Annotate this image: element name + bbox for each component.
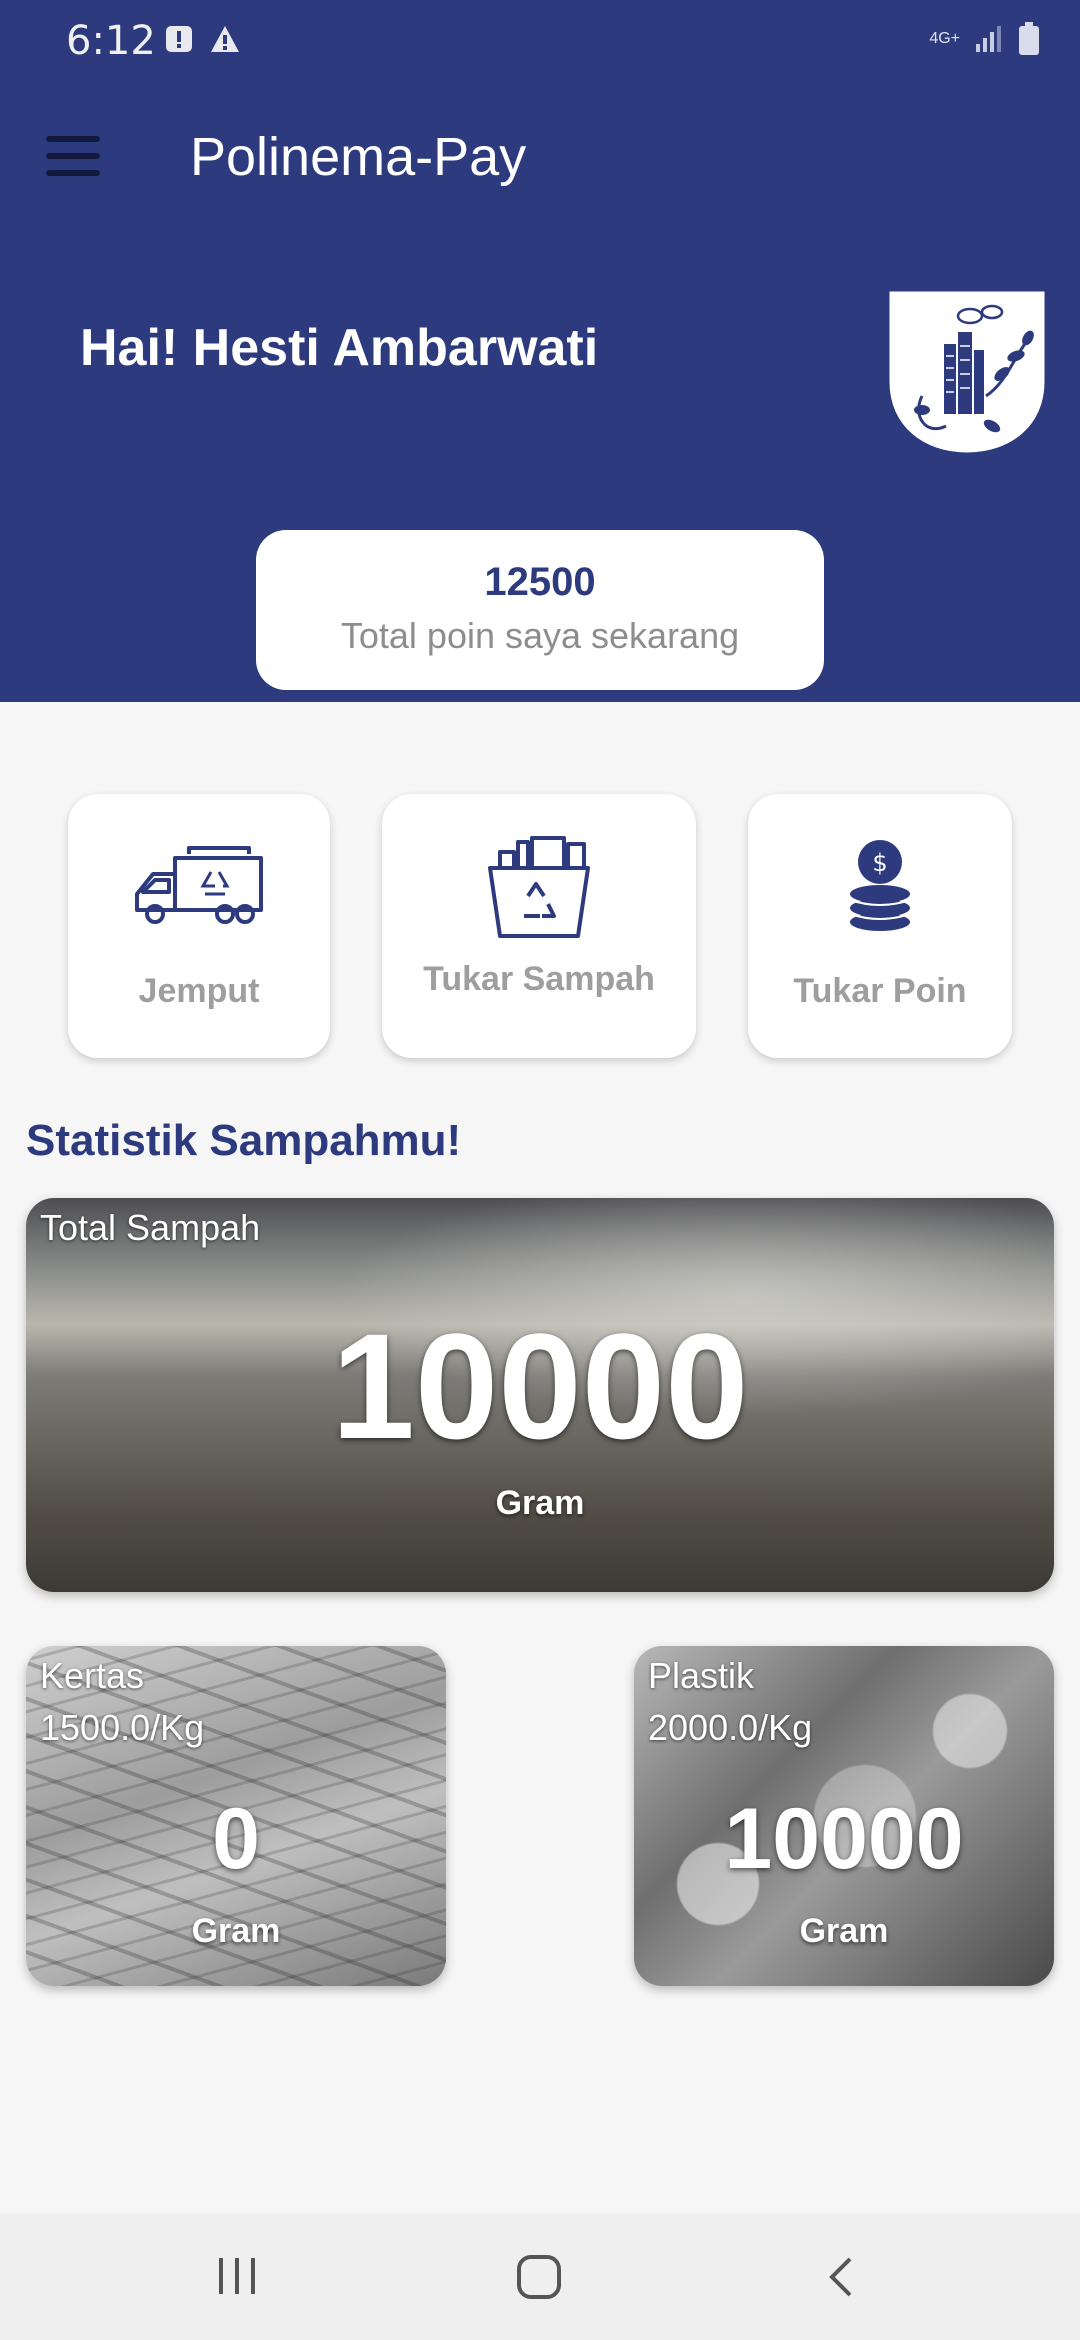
total-sampah-label: Total Sampah xyxy=(40,1207,261,1248)
notification-alert-icon xyxy=(166,26,192,52)
garbage-truck-icon xyxy=(135,846,263,924)
points-card: 12500 Total poin saya sekarang xyxy=(256,530,824,690)
network-type-label: 4G+ xyxy=(929,30,960,47)
back-icon[interactable] xyxy=(826,2256,856,2298)
total-sampah-card[interactable]: Total Sampah 10000 Gram xyxy=(26,1198,1054,1592)
kertas-card[interactable]: Kertas 1500.0/Kg 0 Gram xyxy=(26,1646,446,1986)
tukar-poin-button[interactable]: $ Tukar Poin xyxy=(748,794,1012,1058)
home-icon[interactable] xyxy=(516,2254,562,2300)
total-sampah-unit: Gram xyxy=(495,1484,585,1522)
kertas-caption: Kertas 1500.0/Kg xyxy=(40,1650,204,1754)
tukar-poin-label: Tukar Poin xyxy=(793,972,967,1010)
greeting-text: Hai! Hesti Ambarwati xyxy=(80,319,599,377)
tukar-sampah-button[interactable]: Tukar Sampah xyxy=(382,794,696,1058)
stats-section-title: Statistik Sampahmu! xyxy=(26,1116,462,1165)
plastik-rate: 2000.0/Kg xyxy=(648,1707,813,1748)
recent-apps-icon[interactable] xyxy=(216,2256,258,2296)
kertas-rate: 1500.0/Kg xyxy=(40,1707,205,1748)
polinema-logo xyxy=(886,288,1048,456)
app-header: 6:12 4G+ Polinema-Pay Hai! Hesti Ambarwa… xyxy=(0,0,1080,702)
total-sampah-value: 10000 xyxy=(331,1302,749,1470)
jemput-button[interactable]: Jemput xyxy=(68,794,330,1058)
points-label: Total poin saya sekarang xyxy=(340,615,740,656)
plastik-unit: Gram xyxy=(799,1912,889,1950)
jemput-label: Jemput xyxy=(138,972,260,1010)
system-nav-bar xyxy=(0,2214,1080,2340)
svg-text:$: $ xyxy=(872,849,887,877)
signal-icon xyxy=(976,26,1001,52)
plastik-value: 10000 xyxy=(724,1791,964,1887)
plastik-caption: Plastik 2000.0/Kg xyxy=(648,1650,812,1754)
points-value: 12500 xyxy=(484,560,596,604)
plastik-card[interactable]: Plastik 2000.0/Kg 10000 Gram xyxy=(634,1646,1054,1986)
hamburger-menu-icon[interactable] xyxy=(46,136,100,176)
kertas-value: 0 xyxy=(212,1791,260,1887)
tukar-sampah-label: Tukar Sampah xyxy=(423,960,655,998)
recycle-basket-icon xyxy=(488,836,590,938)
status-bar: 6:12 4G+ xyxy=(0,0,1080,86)
coin-stack-icon: $ xyxy=(849,840,911,931)
status-time: 6:12 xyxy=(66,18,156,64)
status-indicators: 4G+ xyxy=(929,22,1040,56)
plastik-label: Plastik xyxy=(648,1655,755,1696)
battery-icon xyxy=(1019,22,1039,55)
kertas-unit: Gram xyxy=(191,1912,281,1950)
app-title: Polinema-Pay xyxy=(190,127,527,187)
warning-icon xyxy=(211,26,239,52)
kertas-label: Kertas xyxy=(40,1655,145,1696)
